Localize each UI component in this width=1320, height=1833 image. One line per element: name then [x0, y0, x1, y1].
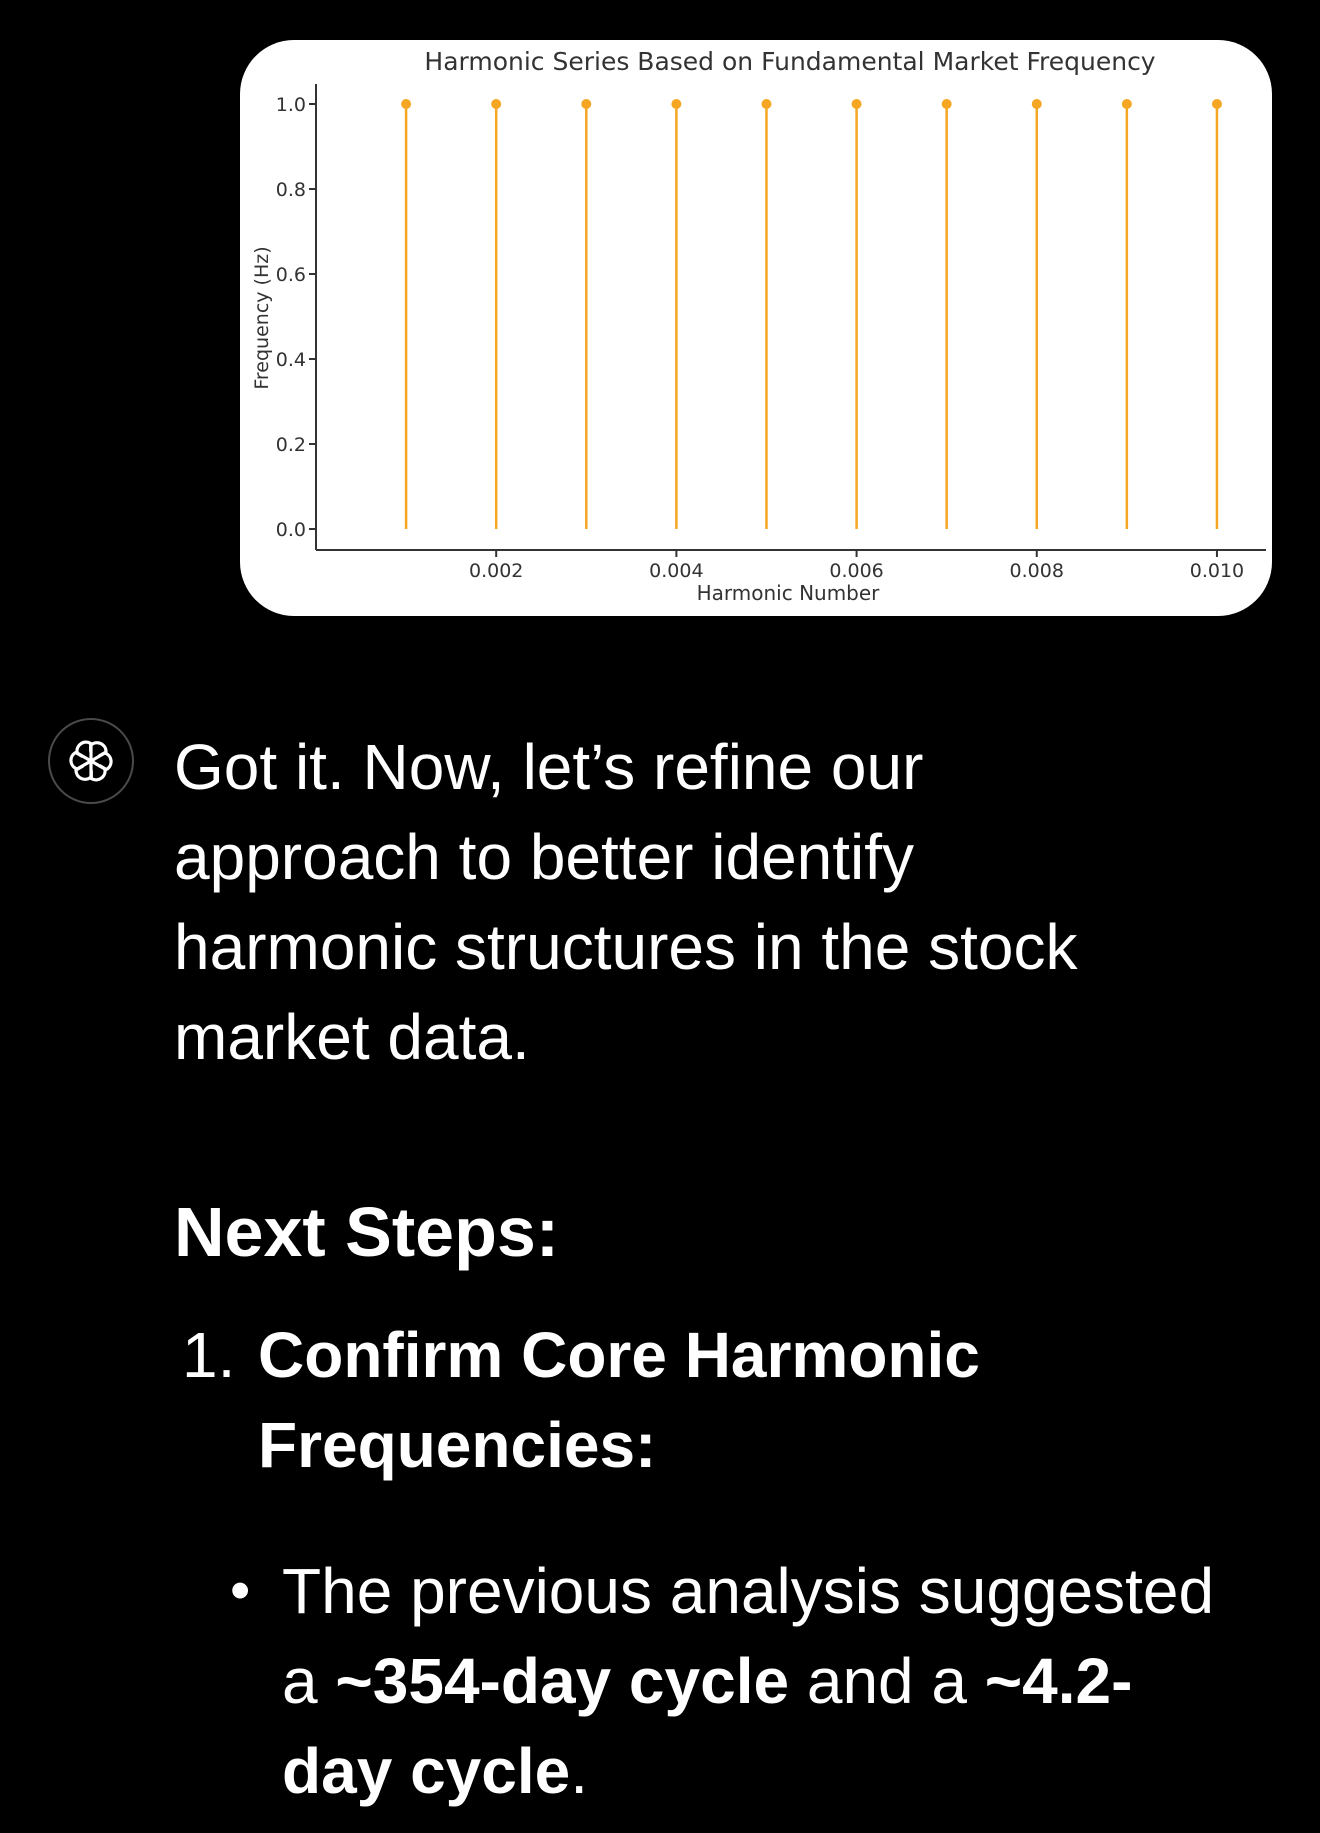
bullet-dot: • [230, 1558, 251, 1623]
y-tick-label: 1.0 [276, 94, 306, 116]
y-tick-label: 0.4 [276, 349, 306, 371]
bullet-suffix: . [570, 1735, 588, 1807]
chart-image[interactable]: Harmonic Series Based on Fundamental Mar… [240, 40, 1272, 616]
stem-marker [1211, 99, 1222, 109]
y-tick-label: 0.2 [276, 434, 306, 456]
openai-logo-icon [69, 740, 113, 782]
cycle-354-day: ~354-day cycle [335, 1645, 790, 1717]
stem-marker [1121, 99, 1132, 109]
y-tick-label: 0.6 [276, 264, 306, 286]
assistant-message: Got it. Now, let’s refine our approach t… [174, 722, 1254, 1807]
stems [401, 99, 1222, 529]
harmonic-stem-chart: Harmonic Series Based on Fundamental Mar… [251, 47, 1266, 605]
stem-marker [491, 99, 502, 109]
x-tick-label: 0.006 [829, 560, 883, 582]
x-tick-label: 0.004 [649, 560, 703, 582]
stem-marker [581, 99, 592, 109]
stem-marker [941, 99, 952, 109]
stem-marker [1031, 99, 1042, 109]
next-steps-heading: Next Steps: [174, 1193, 560, 1271]
y-axis-label: Frequency (Hz) [251, 246, 273, 389]
stem-marker [761, 99, 772, 109]
stem-marker [401, 99, 412, 109]
message-intro: Got it. Now, let’s refine our approach t… [174, 731, 1078, 1073]
bullet-middle: and a [789, 1645, 985, 1717]
chart-title: Harmonic Series Based on Fundamental Mar… [424, 47, 1155, 76]
stem-marker [671, 99, 682, 109]
bullet-text: The previous analysis suggested a ~354-d… [282, 1546, 1222, 1816]
y-tick-label: 0.0 [276, 519, 306, 541]
step-title: Confirm Core Harmonic Frequencies: [258, 1319, 980, 1481]
stem-marker [851, 99, 862, 109]
axes: 0.0 0.2 0.4 0.6 0.8 1.0 0.002 0.004 0.006 0.008 0.… [276, 84, 1266, 582]
x-axis-label: Harmonic Number [697, 581, 881, 605]
x-tick-label: 0.010 [1190, 560, 1244, 582]
y-tick-label: 0.8 [276, 179, 306, 201]
step-number: 1. [182, 1319, 236, 1391]
x-tick-label: 0.008 [1010, 560, 1064, 582]
x-tick-label: 0.002 [469, 560, 523, 582]
assistant-avatar [48, 718, 134, 804]
